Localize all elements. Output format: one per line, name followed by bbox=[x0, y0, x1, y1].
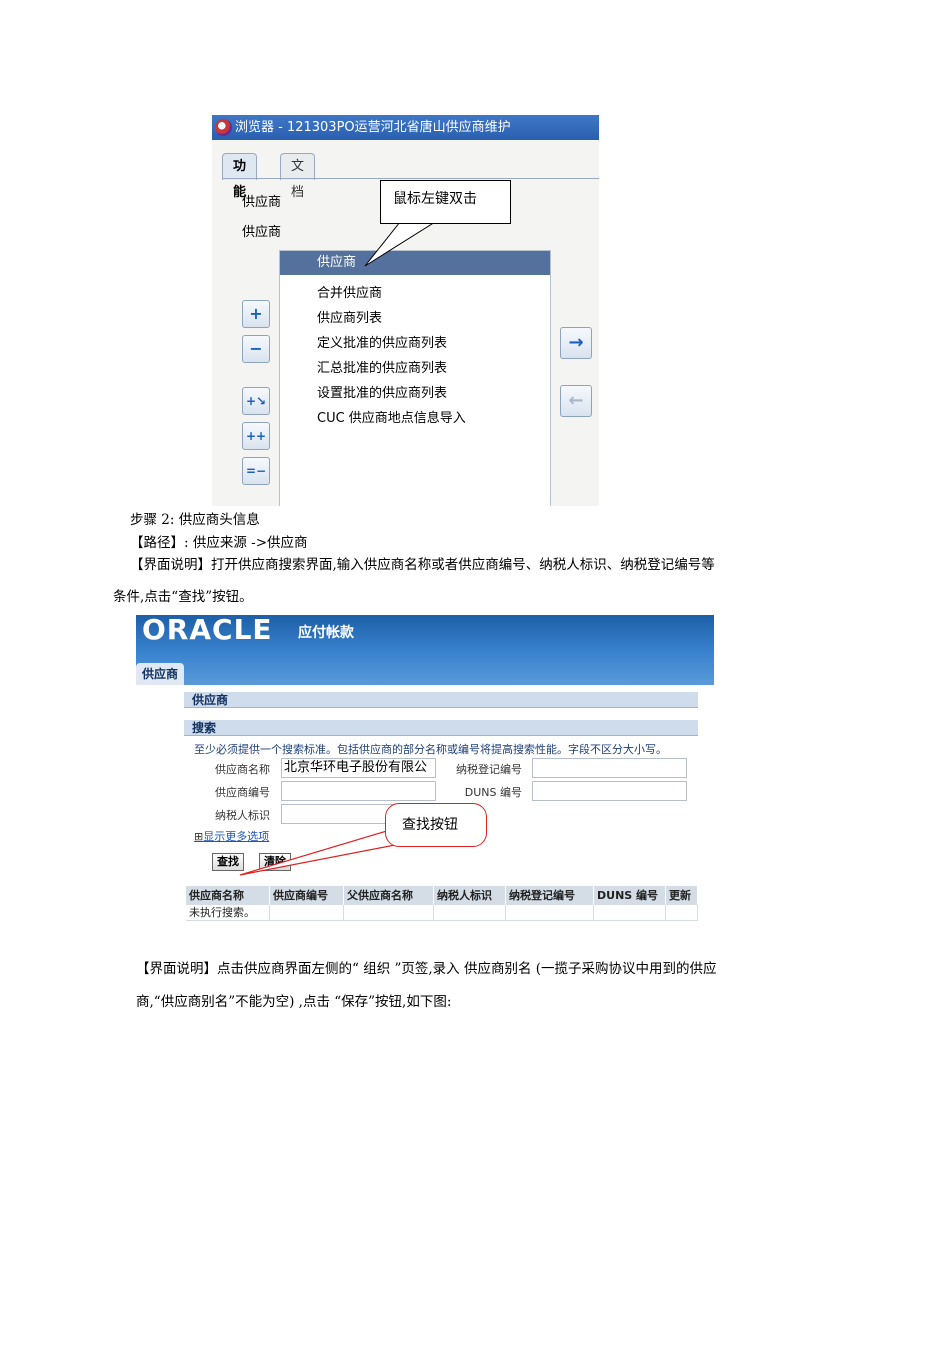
list-item-setup-approved-list[interactable]: 设置批准的供应商列表 bbox=[317, 382, 447, 401]
app-logo-icon bbox=[215, 119, 232, 136]
table-cell bbox=[666, 905, 698, 921]
description2-line-1: 【界面说明】点击供应商界面左侧的“ 组织 ”页签,录入 供应商别名 (一揽子采购… bbox=[136, 961, 717, 977]
description-line-1: 【界面说明】打开供应商搜索界面,输入供应商名称或者供应商编号、纳税人标识、纳税登… bbox=[130, 557, 715, 573]
tax-registration-input[interactable] bbox=[532, 758, 687, 778]
supplier-name-label: 供应商名称 bbox=[215, 763, 270, 776]
col-taxpayer-id[interactable]: 纳税人标识 bbox=[434, 886, 506, 905]
tree-item-supplier[interactable]: 供应商 bbox=[242, 191, 281, 210]
col-duns[interactable]: DUNS 编号 bbox=[594, 886, 666, 905]
list-item-define-approved-list[interactable]: 定义批准的供应商列表 bbox=[317, 332, 447, 351]
col-parent-supplier[interactable]: 父供应商名称 bbox=[344, 886, 434, 905]
tab-functions[interactable]: 功能 bbox=[222, 153, 258, 200]
table-cell bbox=[434, 905, 506, 921]
description-line-2: 条件,点击“查找”按钮。 bbox=[113, 589, 253, 605]
list-item-merge-supplier[interactable]: 合并供应商 bbox=[317, 282, 382, 301]
find-callout-text: 查找按钮 bbox=[402, 817, 458, 833]
col-tax-registration[interactable]: 纳税登记编号 bbox=[506, 886, 594, 905]
supplier-number-label: 供应商编号 bbox=[215, 786, 270, 799]
search-header: 搜索 bbox=[184, 720, 698, 736]
step-heading: 步骤 2: 供应商头信息 bbox=[130, 512, 260, 528]
path-text: 【路径】: 供应来源 ->供应商 bbox=[130, 535, 308, 551]
function-list: 供应商 合并供应商 供应商列表 定义批准的供应商列表 汇总批准的供应商列表 设置… bbox=[279, 250, 551, 506]
oracle-screenshot: ORACLE 应付帐款 供应商 供应商 搜索 至少必须提供一个搜索标准。包括供应… bbox=[136, 615, 714, 927]
remove-button[interactable]: ← bbox=[560, 385, 592, 417]
tab-divider bbox=[222, 178, 599, 179]
add-to-top-ten-button[interactable]: → bbox=[560, 327, 592, 359]
supplier-number-input[interactable] bbox=[281, 781, 436, 801]
find-button-callout: 查找按钮 bbox=[385, 803, 487, 847]
window-title: 浏览器 - 121303PO运营河北省唐山供应商维护 bbox=[235, 120, 511, 135]
supplier-name-input[interactable]: 北京华环电子股份有限公 bbox=[281, 758, 436, 778]
duns-input[interactable] bbox=[532, 781, 687, 801]
tree-item-supplier-2[interactable]: 供应商 bbox=[242, 221, 281, 240]
col-update[interactable]: 更新 bbox=[666, 886, 698, 905]
oracle-header: ORACLE 应付帐款 供应商 bbox=[136, 615, 714, 685]
navigator-titlebar: 浏览器 - 121303PO运营河北省唐山供应商维护 bbox=[212, 115, 599, 140]
expand-all-button[interactable]: ++ bbox=[242, 422, 270, 450]
col-supplier-name[interactable]: 供应商名称 bbox=[186, 886, 270, 905]
table-cell bbox=[344, 905, 434, 921]
table-cell bbox=[270, 905, 344, 921]
list-item-cuc-import[interactable]: CUC 供应商地点信息导入 bbox=[317, 407, 466, 426]
app-title: 应付帐款 bbox=[298, 625, 354, 641]
col-supplier-number[interactable]: 供应商编号 bbox=[270, 886, 344, 905]
search-hint: 至少必须提供一个搜索标准。包括供应商的部分名称或编号将提高搜索性能。字段不区分大… bbox=[194, 743, 667, 756]
table-cell bbox=[506, 905, 594, 921]
callout-pointer-cover bbox=[401, 220, 434, 222]
expand-branch-button[interactable]: +↘ bbox=[242, 387, 270, 415]
expand-icon: ⊞ bbox=[194, 830, 204, 843]
tab-supplier[interactable]: 供应商 bbox=[136, 663, 185, 685]
empty-message: 未执行搜索。 bbox=[186, 905, 270, 921]
tax-registration-label: 纳税登记编号 bbox=[456, 763, 522, 776]
oracle-logo: ORACLE bbox=[142, 615, 273, 646]
expand-button[interactable]: + bbox=[242, 300, 270, 328]
list-item-supplier-list[interactable]: 供应商列表 bbox=[317, 307, 382, 326]
collapse-all-button[interactable]: =− bbox=[242, 457, 270, 485]
navigator-screenshot: 浏览器 - 121303PO运营河北省唐山供应商维护 功能 文档 供应商 供应商… bbox=[212, 115, 599, 506]
description2-line-2: 商,“供应商别名”不能为空) ,点击 “保存”按钮,如下图: bbox=[136, 994, 452, 1010]
table-cell bbox=[594, 905, 666, 921]
duns-label: DUNS 编号 bbox=[464, 786, 522, 799]
list-item-summary-approved-list[interactable]: 汇总批准的供应商列表 bbox=[317, 357, 447, 376]
tab-documents[interactable]: 文档 bbox=[280, 153, 316, 200]
collapse-button[interactable]: − bbox=[242, 335, 270, 363]
page-header: 供应商 bbox=[184, 692, 698, 708]
